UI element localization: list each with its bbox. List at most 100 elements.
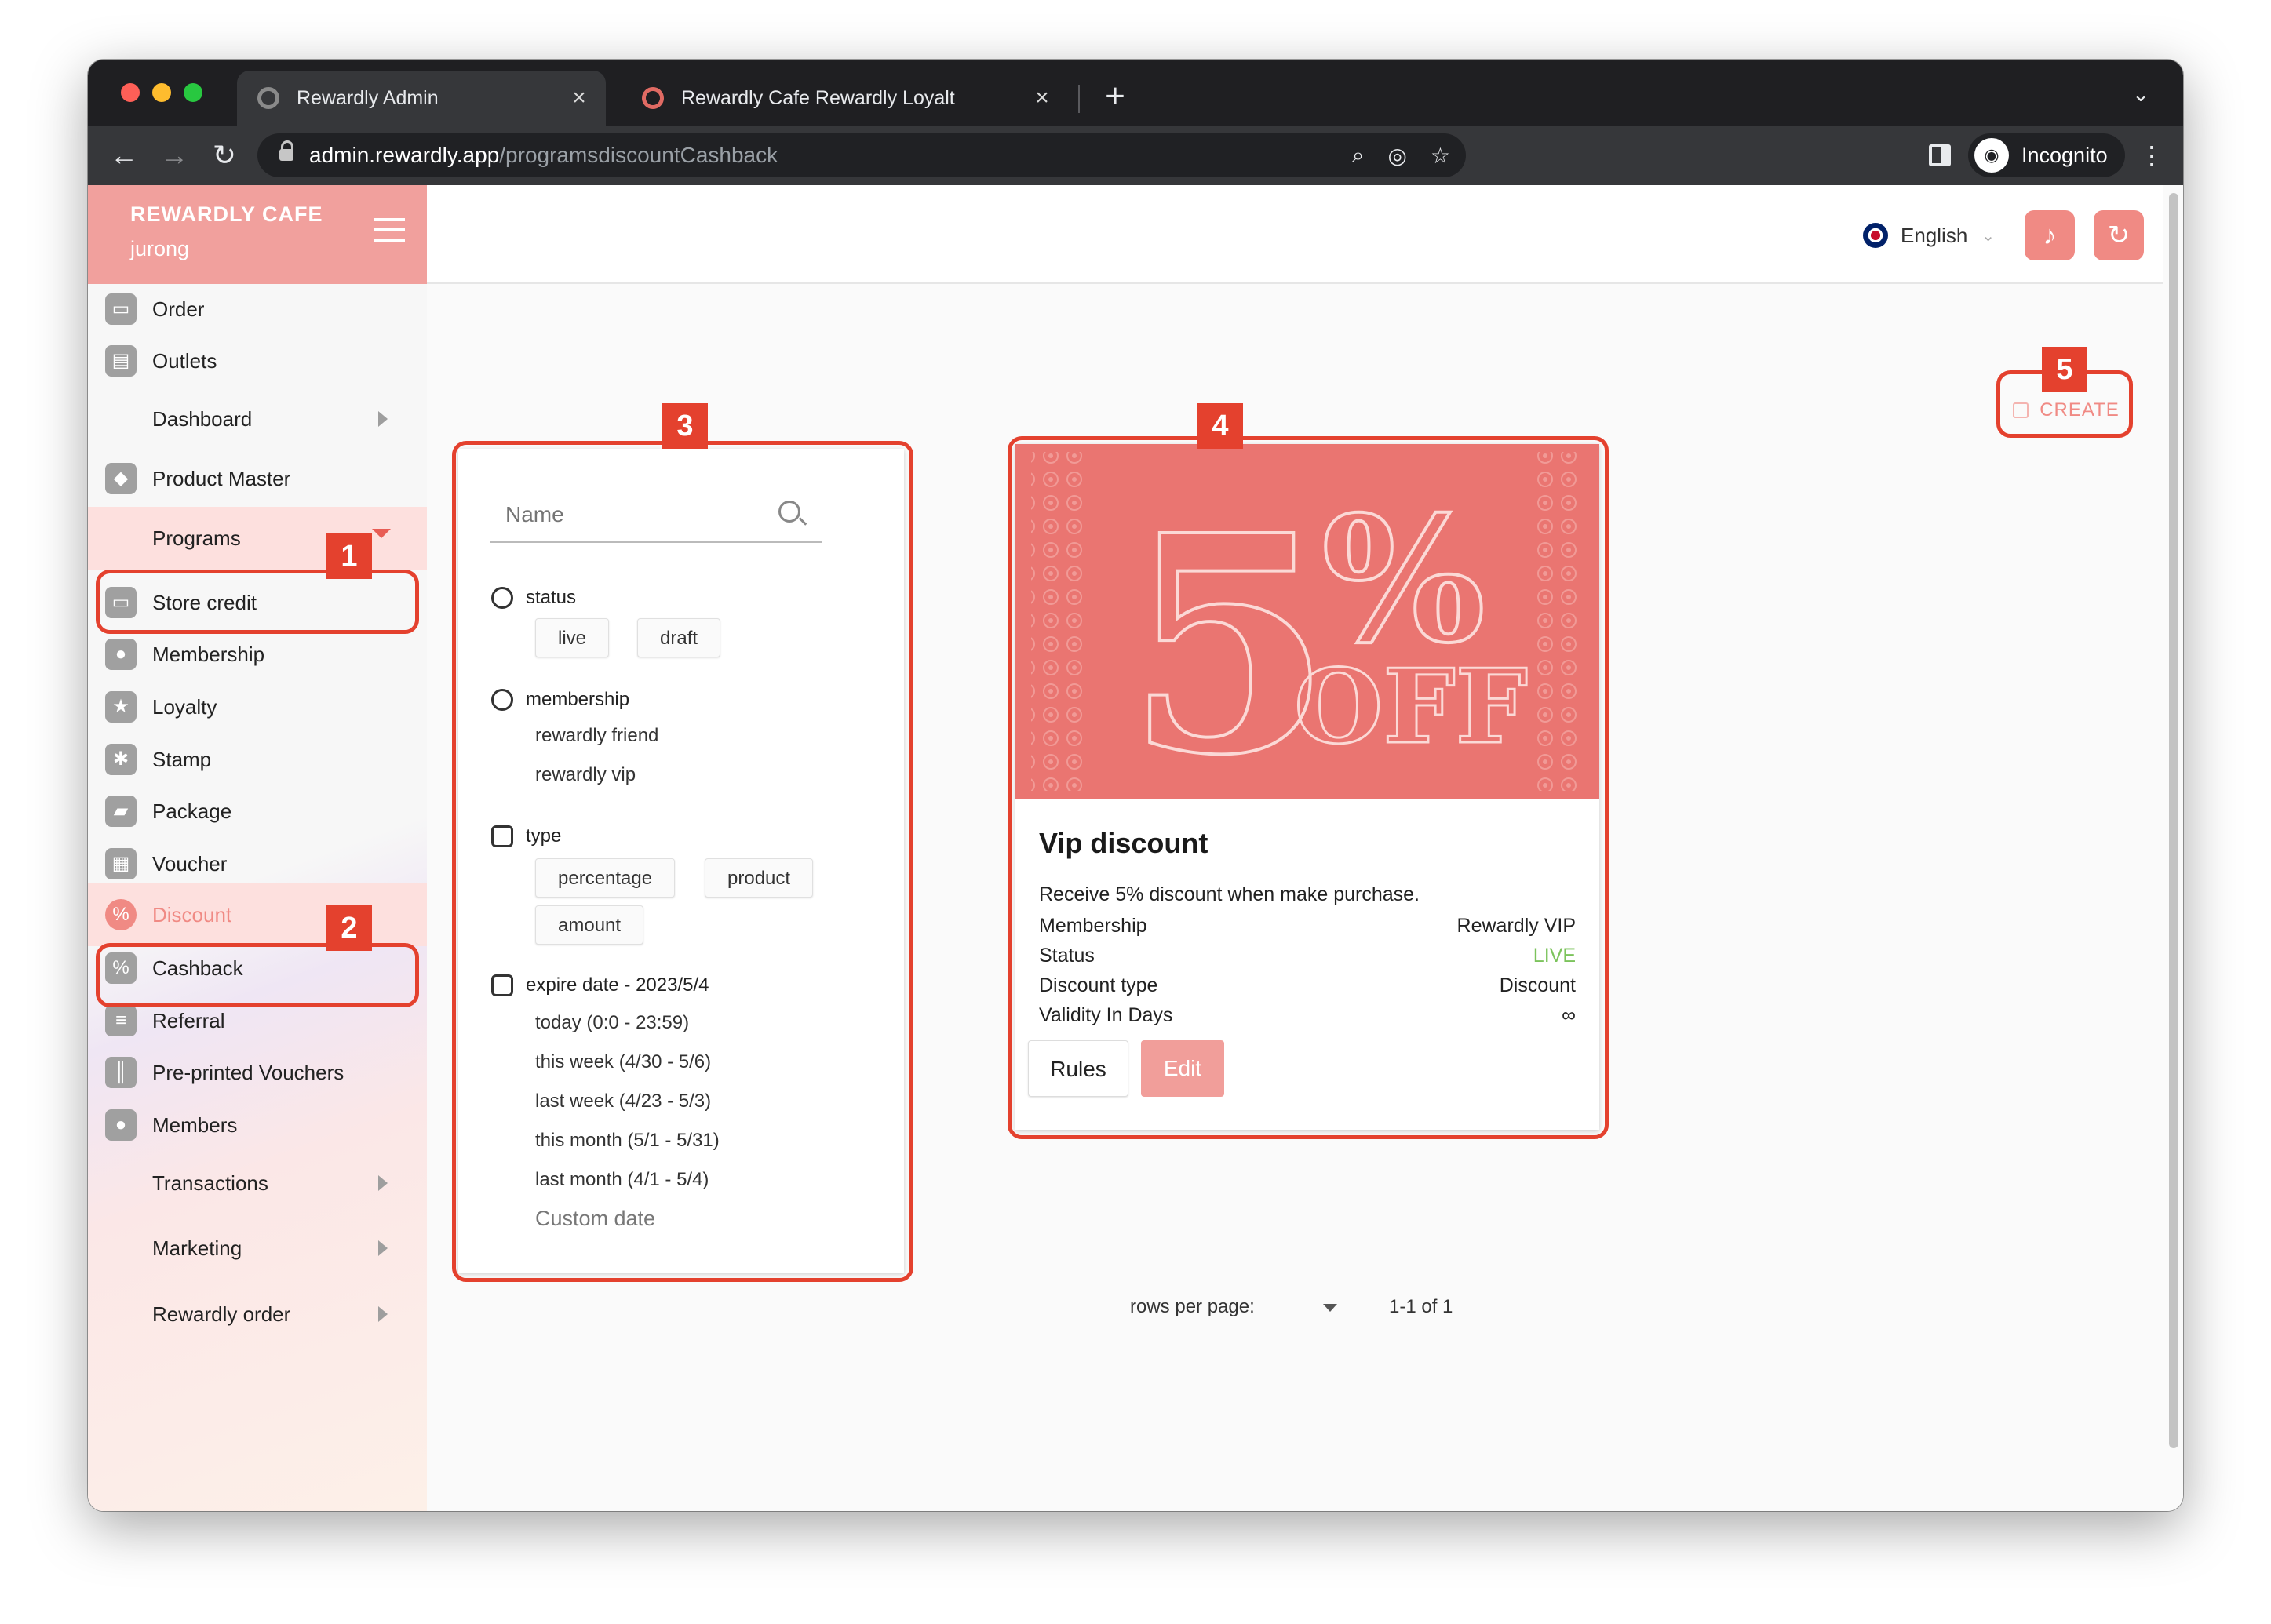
address-bar[interactable]: admin.rewardly.app/programsdiscountCashb…	[257, 133, 1466, 177]
sidebar-item-label: Rewardly order	[152, 1302, 291, 1326]
sidebar-item-label: Discount	[152, 902, 232, 927]
bell-icon: ♪	[2043, 220, 2057, 250]
new-tab-button[interactable]: +	[1095, 77, 1135, 116]
reload-icon[interactable]: ↻	[204, 135, 245, 176]
sidebar-item-label: Order	[152, 297, 205, 321]
rows-per-page-label: rows per page:	[1130, 1296, 1255, 1317]
outlet-name: jurong	[130, 237, 190, 260]
notifications-button[interactable]: ♪	[2025, 210, 2075, 260]
sidebar-item-label: Members	[152, 1112, 238, 1137]
tab-close-icon[interactable]: ×	[563, 85, 595, 111]
caret-down-icon	[372, 529, 391, 538]
sidebar-item-label: Package	[152, 799, 232, 823]
url-path: /programsdiscountCashback	[499, 143, 778, 167]
sidebar-item-voucher[interactable]: ▦ Voucher	[88, 839, 427, 889]
close-window-button[interactable]	[121, 83, 140, 102]
store-icon: ▤	[105, 345, 137, 377]
sidebar-item-order[interactable]: ▭ Order	[88, 284, 427, 334]
page-scrollbar[interactable]	[2163, 185, 2183, 1511]
uk-flag-icon	[1863, 223, 1888, 248]
member-badge-icon: ●	[105, 639, 137, 670]
sidebar-item-stamp[interactable]: ✱ Stamp	[88, 734, 427, 785]
sidebar-item-discount[interactable]: % Discount	[88, 883, 427, 946]
incognito-label: Incognito	[2021, 143, 2108, 167]
blank-icon	[105, 1167, 137, 1199]
sidebar-item-outlets[interactable]: ▤ Outlets	[88, 336, 427, 386]
sidebar: REWARDLY CAFE jurong ▭ Order ▤ Outlets D…	[88, 185, 427, 1511]
scrollbar-thumb[interactable]	[2169, 193, 2178, 1448]
sidebar-item-transactions[interactable]: Transactions	[88, 1158, 427, 1208]
sidebar-item-loyalty[interactable]: ★ Loyalty	[88, 682, 427, 732]
rows-per-page-dropdown-icon[interactable]	[1323, 1304, 1337, 1312]
tab-separator	[1078, 85, 1080, 113]
language-selector[interactable]: English ⌄	[1863, 223, 1995, 248]
discount-badge-icon: %	[105, 899, 137, 930]
sidebar-item-label: Transactions	[152, 1171, 268, 1195]
sidebar-item-label: Pre-printed Vouchers	[152, 1060, 344, 1084]
annotation-badge-2: 2	[326, 905, 372, 951]
sidebar-item-pre-printed-vouchers[interactable]: ║ Pre-printed Vouchers	[88, 1047, 427, 1098]
sidebar-item-label: Voucher	[152, 851, 228, 876]
annotation-badge-1: 1	[326, 533, 372, 579]
sidebar-item-label: Marketing	[152, 1236, 242, 1260]
url-domain: admin.rewardly.app	[309, 143, 500, 167]
back-arrow-icon[interactable]: ←	[104, 135, 144, 176]
sidebar-item-label: Product Master	[152, 466, 291, 490]
voucher-icon: ▦	[105, 848, 137, 879]
maximize-window-button[interactable]	[184, 83, 202, 102]
annotation-badge-4: 4	[1197, 403, 1243, 449]
sidebar-item-label: Membership	[152, 642, 265, 666]
side-panel-icon[interactable]	[1929, 144, 1951, 166]
refresh-button[interactable]: ↻	[2094, 210, 2144, 260]
sidebar-item-label: Dashboard	[152, 406, 253, 431]
tab-title: Rewardly Admin	[297, 86, 439, 109]
sidebar-item-membership[interactable]: ● Membership	[88, 629, 427, 679]
box-icon: ◆	[105, 463, 137, 494]
annotation-box-1	[96, 570, 419, 634]
barcode-icon: ║	[105, 1057, 137, 1088]
sidebar-item-label: Referral	[152, 1008, 225, 1032]
sidebar-item-label: Outlets	[152, 348, 217, 373]
sidebar-item-product-master[interactable]: ◆ Product Master	[88, 453, 427, 504]
sidebar-item-label: Programs	[152, 526, 241, 550]
annotation-box-4	[1008, 436, 1609, 1139]
sidebar-item-label: Loyalty	[152, 694, 217, 719]
browser-menu-icon[interactable]: ⋮	[2136, 135, 2167, 176]
tab-search-chevron-icon[interactable]: ⌄	[2125, 78, 2156, 110]
sidebar-item-rewardly-order[interactable]: Rewardly order	[88, 1289, 427, 1339]
brand-name: REWARDLY CAFE	[130, 202, 323, 226]
omnibox-actions: ⌕ ◎ ☆	[1352, 133, 1450, 177]
sidebar-item-marketing[interactable]: Marketing	[88, 1223, 427, 1273]
sidebar-header: REWARDLY CAFE jurong	[88, 185, 427, 284]
sidebar-item-programs[interactable]: Programs	[88, 507, 427, 570]
sidebar-item-label: Stamp	[152, 747, 212, 771]
package-icon: ▰	[105, 796, 137, 827]
incognito-profile-button[interactable]: ◉ Incognito	[1968, 133, 2125, 177]
browser-tab-rewardly-cafe[interactable]: Rewardly Cafe Rewardly Loyalt ×	[622, 71, 1069, 126]
caret-right-icon	[378, 1306, 388, 1322]
minimize-window-button[interactable]	[152, 83, 171, 102]
sidebar-item-dashboard[interactable]: Dashboard	[88, 394, 427, 444]
tab-title: Rewardly Cafe Rewardly Loyalt	[681, 86, 955, 109]
eye-off-icon[interactable]: ◎	[1387, 143, 1406, 169]
hamburger-menu-icon[interactable]	[374, 218, 405, 242]
browser-tab-rewardly-admin[interactable]: Rewardly Admin ×	[237, 71, 606, 126]
browser-window: Rewardly Admin × Rewardly Cafe Rewardly …	[88, 60, 2183, 1511]
pagination: rows per page: 1-1 of 1	[1130, 1291, 1601, 1323]
browser-titlebar: Rewardly Admin × Rewardly Cafe Rewardly …	[88, 60, 2183, 126]
bookmark-star-icon[interactable]: ☆	[1431, 143, 1450, 169]
sidebar-item-package[interactable]: ▰ Package	[88, 786, 427, 836]
zoom-icon[interactable]: ⌕	[1352, 143, 1365, 169]
sidebar-item-members[interactable]: ● Members	[88, 1100, 427, 1150]
blank-icon	[105, 403, 137, 435]
rewardly-favicon-icon	[257, 87, 279, 109]
caret-right-icon	[378, 1240, 388, 1256]
lock-icon	[279, 140, 293, 164]
app-topbar: English ⌄ ♪ ↻ ●	[427, 185, 2183, 284]
annotation-box-3	[452, 441, 913, 1282]
blank-icon	[105, 1298, 137, 1330]
forward-arrow-icon[interactable]: →	[154, 135, 195, 176]
tab-close-icon[interactable]: ×	[1026, 85, 1058, 111]
annotation-box-2	[96, 943, 419, 1007]
blank-icon	[105, 1233, 137, 1264]
